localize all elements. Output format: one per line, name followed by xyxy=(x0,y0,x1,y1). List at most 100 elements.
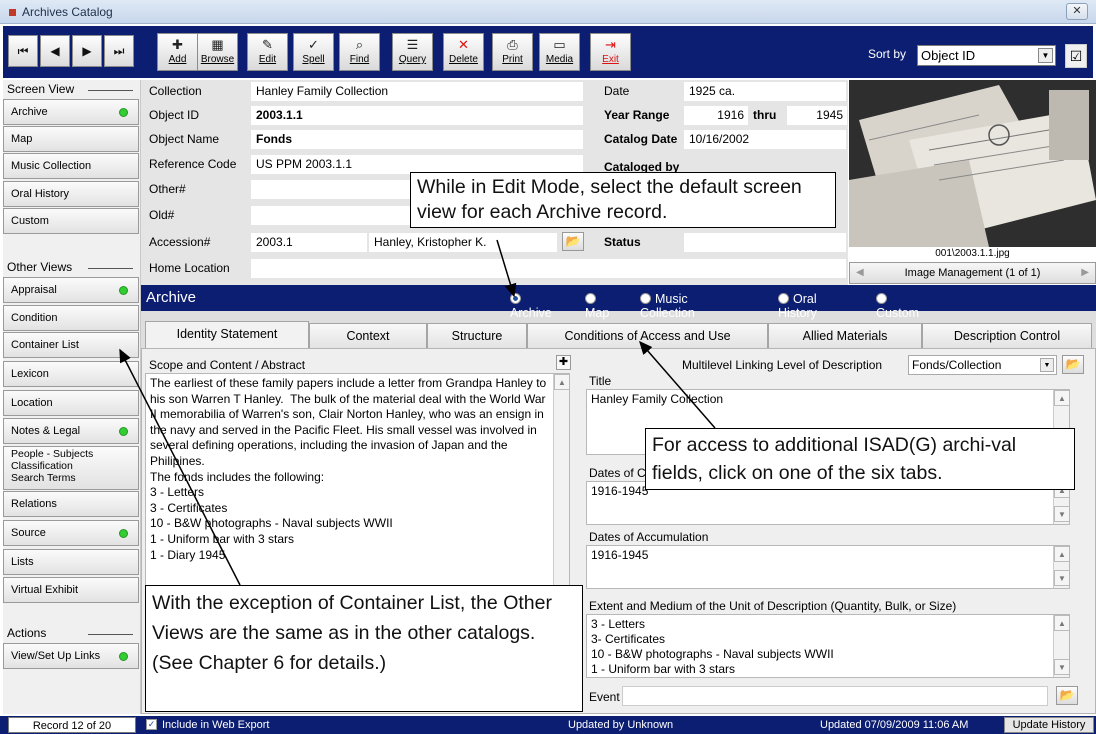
year-to-field[interactable]: 1945 xyxy=(787,106,847,125)
delete-button[interactable]: ✕ Delete xyxy=(443,33,484,71)
accession-label: Accession# xyxy=(149,235,211,249)
close-window-button[interactable]: ✕ xyxy=(1066,3,1088,20)
dates-accum-scrollbar[interactable]: ▲ ▼ xyxy=(1053,546,1069,588)
document-photo xyxy=(849,80,1096,247)
status-dot-icon xyxy=(119,286,128,295)
first-icon: ⏮ xyxy=(17,44,29,58)
other-view-people-subjects[interactable]: People - Subjects Classification Search … xyxy=(3,446,139,490)
screen-view-oral-history[interactable]: Oral History xyxy=(3,181,139,207)
print-button[interactable]: ⎙ Print xyxy=(492,33,533,71)
scroll-up-icon[interactable]: ▲ xyxy=(1054,390,1069,406)
update-history-button[interactable]: Update History xyxy=(1004,717,1094,733)
other-view-location[interactable]: Location xyxy=(3,390,139,416)
spell-button[interactable]: ✓ Spell xyxy=(293,33,334,71)
radio-archive[interactable]: Archive xyxy=(510,292,552,320)
object-name-field[interactable]: Fonds xyxy=(251,130,583,149)
date-field[interactable]: 1925 ca. xyxy=(684,82,846,101)
next-record-button[interactable]: ▶ xyxy=(72,35,102,67)
catalog-date-field[interactable]: 10/16/2002 xyxy=(684,130,846,149)
tab-description-control[interactable]: Description Control xyxy=(922,323,1092,348)
event-field[interactable] xyxy=(622,686,1048,706)
radio-circle-icon xyxy=(510,293,521,304)
multilevel-select[interactable]: Fonds/Collection ▼ xyxy=(908,355,1057,375)
other-view-lexicon[interactable]: Lexicon xyxy=(3,361,139,387)
chevron-down-icon[interactable]: ▼ xyxy=(1038,48,1053,63)
media-button[interactable]: ▭ Media xyxy=(539,33,580,71)
screen-view-map[interactable]: Map xyxy=(3,126,139,152)
prev-image-icon[interactable]: ◀ xyxy=(856,263,864,283)
prev-icon: ◀ xyxy=(50,44,60,58)
chevron-down-icon[interactable]: ▼ xyxy=(1040,358,1054,372)
other-view-condition[interactable]: Condition xyxy=(3,305,139,331)
tab-context[interactable]: Context xyxy=(309,323,427,348)
sort-by-select[interactable]: Object ID ▼ xyxy=(917,45,1056,66)
scope-content-textarea[interactable]: The earliest of these family papers incl… xyxy=(145,373,570,591)
action-view-set-up-links[interactable]: View/Set Up Links xyxy=(3,643,139,669)
clipboard-icon[interactable]: ☑ xyxy=(1065,44,1087,68)
scroll-up-icon[interactable]: ▲ xyxy=(1054,546,1069,562)
radio-music-collection[interactable]: Music Collection xyxy=(640,292,695,320)
edit-button[interactable]: ✎ Edit xyxy=(247,33,288,71)
image-management-label[interactable]: Image Management (1 of 1) xyxy=(905,267,1041,279)
dates-of-creation-label: Dates of C xyxy=(589,466,646,480)
year-from-field[interactable]: 1916 xyxy=(684,106,748,125)
nav-label: Appraisal xyxy=(11,284,57,296)
browse-button[interactable]: ▦ Browse xyxy=(197,33,238,71)
prev-record-button[interactable]: ◀ xyxy=(40,35,70,67)
find-button[interactable]: ⌕ Find xyxy=(339,33,380,71)
collection-field[interactable]: Hanley Family Collection xyxy=(251,82,583,101)
other-view-notes-legal[interactable]: Notes & Legal xyxy=(3,418,139,444)
folder-icon[interactable]: 📂 xyxy=(1056,686,1078,705)
media-icon: ▭ xyxy=(553,37,566,52)
scroll-down-icon[interactable]: ▼ xyxy=(1054,659,1069,675)
home-location-field[interactable] xyxy=(251,259,846,278)
year-range-label: Year Range xyxy=(604,108,670,122)
other-view-appraisal[interactable]: Appraisal xyxy=(3,277,139,303)
dates-of-accumulation-textarea[interactable]: 1916-1945 ▲ ▼ xyxy=(586,545,1070,589)
dates-of-accumulation-label: Dates of Accumulation xyxy=(589,530,709,544)
screen-view-archive[interactable]: Archive xyxy=(3,99,139,125)
next-image-icon[interactable]: ▶ xyxy=(1081,263,1089,283)
delete-label: Delete xyxy=(449,54,478,65)
scroll-up-icon[interactable]: ▲ xyxy=(1054,615,1069,631)
title-value: Hanley Family Collection xyxy=(591,392,724,406)
browse-icon: ▦ xyxy=(211,37,224,52)
last-record-button[interactable]: ⏭ xyxy=(104,35,134,67)
tab-structure[interactable]: Structure xyxy=(427,323,527,348)
exit-button[interactable]: ⇥ Exit xyxy=(590,33,631,71)
extent-textarea[interactable]: 3 - Letters 3- Certificates 10 - B&W pho… xyxy=(586,614,1070,678)
web-export-checkbox[interactable]: ✓ xyxy=(146,719,157,730)
first-record-button[interactable]: ⏮ xyxy=(8,35,38,67)
scroll-down-icon[interactable]: ▼ xyxy=(1054,506,1069,522)
screen-view-music-collection[interactable]: Music Collection xyxy=(3,153,139,179)
status-bar: Record 12 of 20 ✓ Include in Web Export … xyxy=(0,716,1096,734)
tab-conditions-of-access-and-use[interactable]: Conditions of Access and Use xyxy=(527,323,768,348)
radio-oral-history[interactable]: Oral History xyxy=(778,292,817,320)
other-view-container-list[interactable]: Container List xyxy=(3,332,139,358)
add-button[interactable]: ✚ Add xyxy=(157,33,198,71)
tab-identity-statement[interactable]: Identity Statement xyxy=(145,321,309,348)
other-view-virtual-exhibit[interactable]: Virtual Exhibit xyxy=(3,577,139,603)
scroll-down-icon[interactable]: ▼ xyxy=(1054,570,1069,586)
accession-name-field[interactable]: Hanley, Kristopher K. xyxy=(369,233,557,252)
query-button[interactable]: ☰ Query xyxy=(392,33,433,71)
folder-icon[interactable]: 📂 xyxy=(562,232,584,251)
radio-custom[interactable]: Custom xyxy=(876,292,919,320)
image-management-bar[interactable]: ◀ Image Management (1 of 1) ▶ xyxy=(849,262,1096,284)
other-view-relations[interactable]: Relations xyxy=(3,491,139,517)
tab-allied-materials[interactable]: Allied Materials xyxy=(768,323,922,348)
screen-view-custom[interactable]: Custom xyxy=(3,208,139,234)
accession-field[interactable]: 2003.1 xyxy=(251,233,367,252)
scope-scrollbar[interactable]: ▲ xyxy=(553,374,569,590)
extent-scrollbar[interactable]: ▲ ▼ xyxy=(1053,615,1069,677)
expand-plus-icon[interactable]: ✚ xyxy=(556,355,571,370)
object-id-field[interactable]: 2003.1.1 xyxy=(251,106,583,125)
folder-icon[interactable]: 📂 xyxy=(1062,355,1084,374)
other-view-lists[interactable]: Lists xyxy=(3,549,139,575)
other-view-source[interactable]: Source xyxy=(3,520,139,546)
radio-map[interactable]: Map xyxy=(585,292,609,320)
callout-isad-tabs: For access to additional ISAD(G) archi-v… xyxy=(645,428,1075,490)
status-field[interactable] xyxy=(684,233,846,252)
scroll-up-icon[interactable]: ▲ xyxy=(554,374,569,390)
record-image[interactable] xyxy=(849,80,1096,247)
